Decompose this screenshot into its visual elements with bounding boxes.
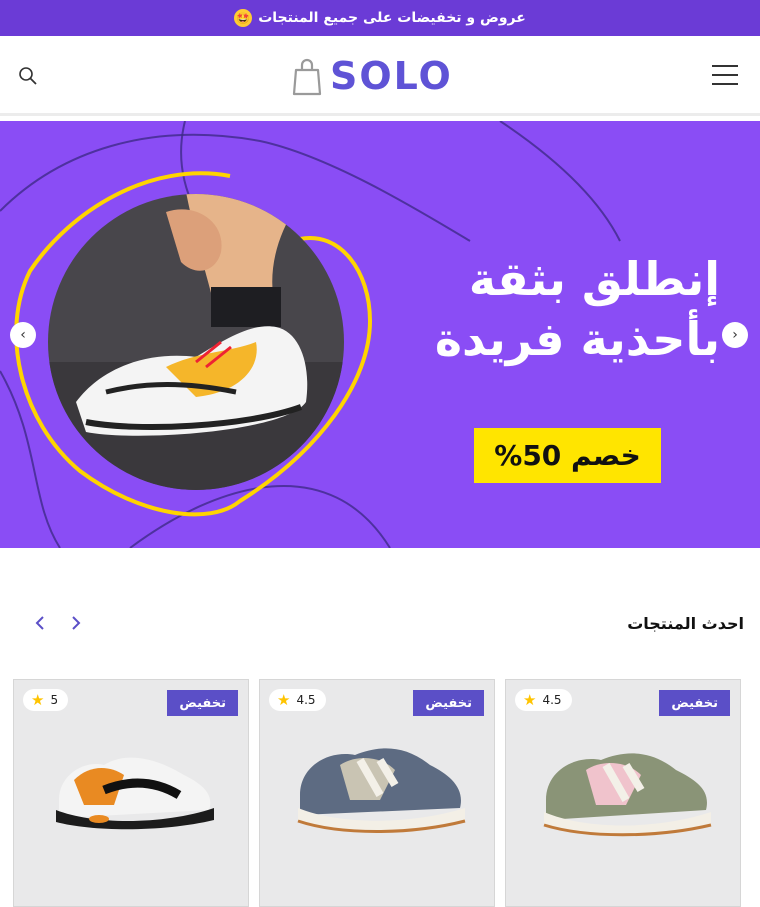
search-button[interactable] — [18, 66, 40, 88]
announcement-bar: عروض و تخفيضات على جميع المنتجات 🤩 — [0, 0, 760, 36]
hero-discount-badge[interactable]: خصم 50% — [474, 428, 661, 483]
product-card[interactable]: تخفيض ★ 5 — [13, 679, 249, 907]
product-card[interactable]: تخفيض ★ 4.5 — [505, 679, 741, 907]
products-next-button[interactable] — [66, 612, 86, 634]
section-title: احدث المنتجات — [627, 614, 744, 633]
product-image — [56, 757, 214, 830]
hero-title-line-2: بأحذية فريدة — [434, 312, 720, 366]
hero-title-line-1: إنطلق بثقة — [468, 252, 720, 306]
shopping-bag-icon — [292, 58, 322, 96]
hero-product-image — [48, 194, 344, 490]
chevron-right-icon — [72, 616, 81, 630]
hamburger-menu-button[interactable] — [712, 65, 740, 85]
chevron-left-icon: ‹ — [20, 327, 26, 343]
product-card[interactable]: تخفيض ★ 4.5 — [259, 679, 495, 907]
site-logo[interactable]: SOLO — [292, 54, 453, 98]
product-image — [297, 748, 466, 833]
site-header: SOLO — [0, 36, 760, 116]
announcement-text: عروض و تخفيضات على جميع المنتجات — [258, 10, 526, 26]
hero-title: إنطلق بثقة بأحذية فريدة — [435, 249, 720, 369]
chevron-left-icon — [35, 616, 44, 630]
hamburger-menu-icon — [712, 65, 738, 67]
chevron-right-icon: › — [732, 327, 738, 343]
hero-prev-button[interactable]: ‹ — [10, 322, 36, 348]
hero-next-button[interactable]: › — [722, 322, 748, 348]
logo-text: SOLO — [330, 54, 453, 98]
product-image — [543, 753, 712, 837]
products-prev-button[interactable] — [30, 612, 50, 634]
hero-banner: إنطلق بثقة بأحذية فريدة خصم 50% ‹ › — [0, 121, 760, 548]
star-eyes-emoji-icon: 🤩 — [234, 9, 253, 27]
search-icon — [19, 67, 37, 85]
